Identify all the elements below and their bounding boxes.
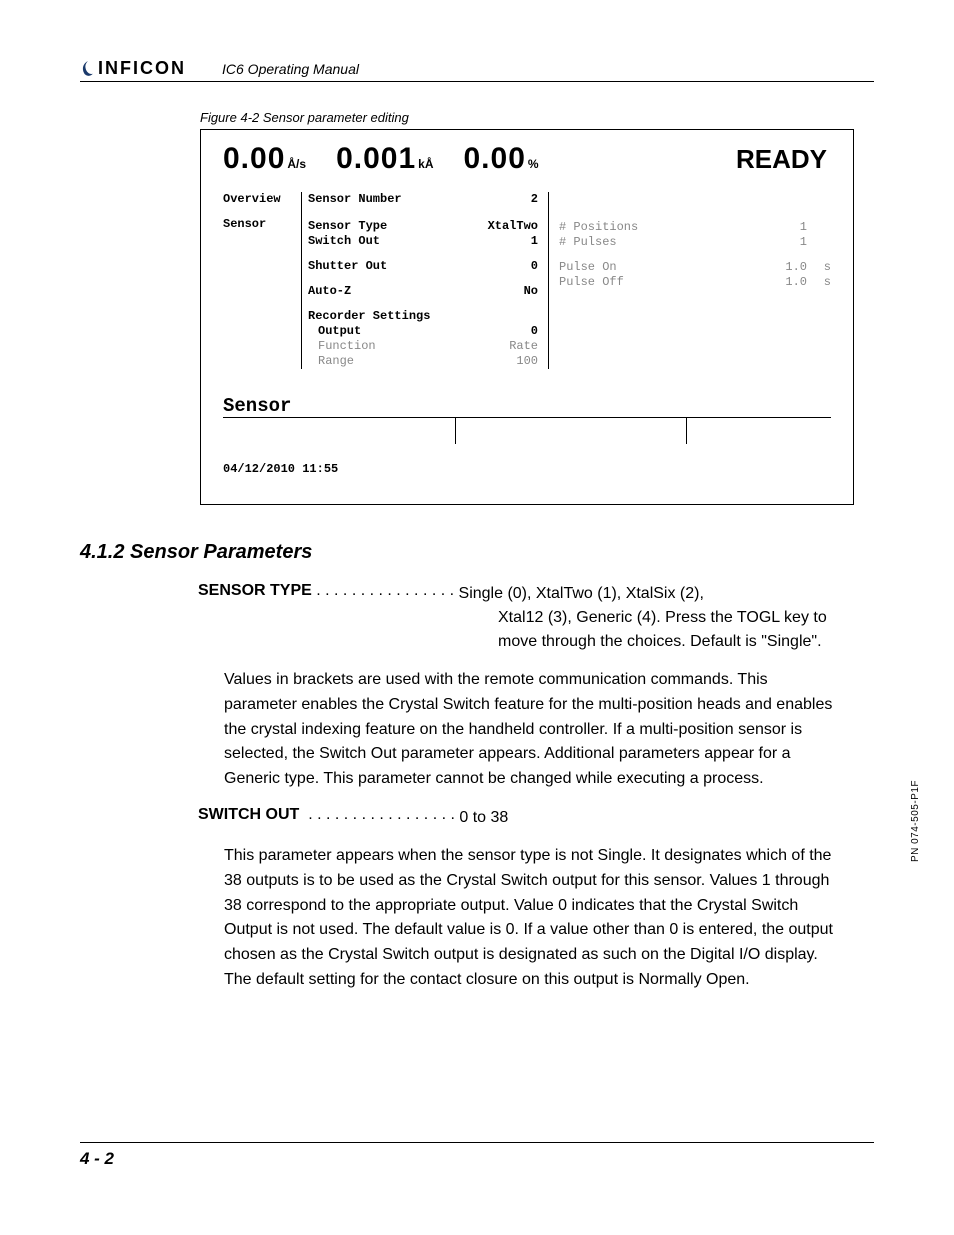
brand-logo: INFICON <box>80 58 186 79</box>
body-para-2: This parameter appears when the sensor t… <box>224 844 844 993</box>
pulse-off-unit: s <box>807 275 831 290</box>
shutter-out-label: Shutter Out <box>308 259 472 274</box>
sensor-type-value[interactable]: XtalTwo <box>472 219 548 234</box>
body-para-1: Values in brackets are used with the rem… <box>224 668 844 792</box>
autoz-label: Auto-Z <box>308 284 472 299</box>
section-heading: 4.1.2 Sensor Parameters <box>80 541 874 564</box>
output-label: Output <box>308 324 472 339</box>
param-column-left: Sensor Number2 Sensor TypeXtalTwo Switch… <box>301 192 548 369</box>
range-value[interactable]: 100 <box>472 354 548 369</box>
shutter-out-value[interactable]: 0 <box>472 259 548 274</box>
leader-dots: . . . . . . . . . . . . . . . . . <box>299 806 459 830</box>
page-header: INFICON IC6 Operating Manual <box>80 58 874 82</box>
switch-out-label: Switch Out <box>308 234 472 249</box>
page-number: 4 - 2 <box>80 1149 114 1168</box>
pulses-value[interactable]: 1 <box>767 235 807 250</box>
sensor-number-value[interactable]: 2 <box>472 192 548 207</box>
param-switch-out: SWITCH OUT . . . . . . . . . . . . . . .… <box>198 806 874 830</box>
leader-dots: . . . . . . . . . . . . . . . . <box>312 582 459 606</box>
pulse-on-unit: s <box>807 260 831 275</box>
positions-label: # Positions <box>559 220 767 235</box>
sensor-type-def-rest: Xtal12 (3), Generic (4). Press the TOGL … <box>498 606 838 654</box>
softkey-row <box>223 417 831 444</box>
param-sensor-type: SENSOR TYPE . . . . . . . . . . . . . . … <box>198 582 874 654</box>
brand-name: INFICON <box>98 58 186 79</box>
pulse-off-label: Pulse Off <box>559 275 767 290</box>
part-number: PN 074-505-P1F <box>910 780 921 862</box>
nav-sensor[interactable]: Sensor <box>223 217 301 232</box>
param-column-right: # Positions1 # Pulses1 Pulse On1.0s Puls… <box>548 192 831 369</box>
document-title: IC6 Operating Manual <box>222 61 359 77</box>
switch-out-value[interactable]: 1 <box>472 234 548 249</box>
sensor-type-term: SENSOR TYPE <box>198 582 312 606</box>
device-screen: 0.00Å/s 0.001kÅ 0.00% READY Overview Sen… <box>200 129 854 505</box>
screen-nav: Overview Sensor <box>223 192 301 369</box>
pulse-on-label: Pulse On <box>559 260 767 275</box>
pulse-on-value[interactable]: 1.0 <box>767 260 807 275</box>
page-footer: 4 - 2 <box>80 1142 874 1169</box>
switch-out-term: SWITCH OUT <box>198 806 299 830</box>
screen-readout-row: 0.00Å/s 0.001kÅ 0.00% READY <box>223 142 831 176</box>
rate-readout: 0.00Å/s <box>223 142 306 176</box>
function-value[interactable]: Rate <box>472 339 548 354</box>
logo-icon <box>80 60 96 78</box>
screen-mode-label: Sensor <box>223 395 831 417</box>
function-label: Function <box>308 339 472 354</box>
status-label: READY <box>736 144 827 175</box>
switch-out-range: 0 to 38 <box>459 806 508 830</box>
sensor-type-label: Sensor Type <box>308 219 472 234</box>
thickness-readout: 0.001kÅ <box>336 142 433 176</box>
range-label: Range <box>308 354 472 369</box>
output-value[interactable]: 0 <box>472 324 548 339</box>
sensor-type-def-first: Single (0), XtalTwo (1), XtalSix (2), <box>459 582 704 606</box>
pulse-off-value[interactable]: 1.0 <box>767 275 807 290</box>
autoz-value[interactable]: No <box>472 284 548 299</box>
positions-value[interactable]: 1 <box>767 220 807 235</box>
nav-overview[interactable]: Overview <box>223 192 301 207</box>
percent-readout: 0.00% <box>464 142 539 176</box>
pulses-label: # Pulses <box>559 235 767 250</box>
sensor-number-label: Sensor Number <box>308 192 472 207</box>
figure-caption: Figure 4-2 Sensor parameter editing <box>200 110 874 125</box>
recorder-settings-label: Recorder Settings <box>308 309 548 324</box>
screen-timestamp: 04/12/2010 11:55 <box>223 462 831 476</box>
